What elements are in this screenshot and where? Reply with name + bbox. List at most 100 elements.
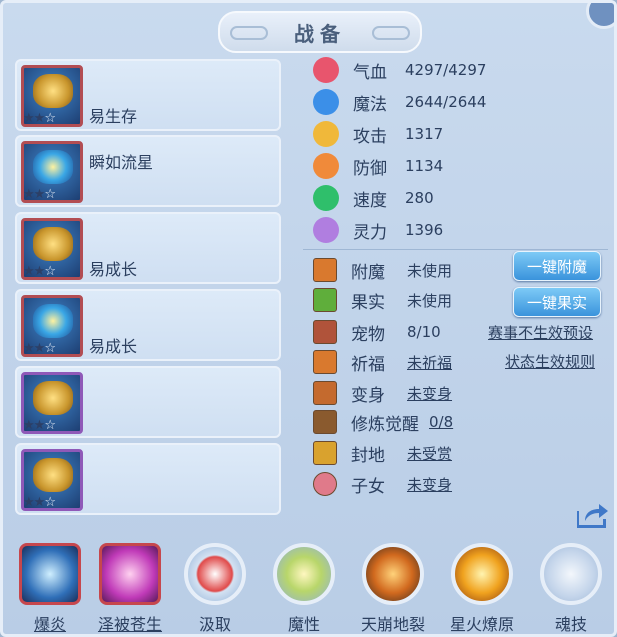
- divider: [303, 249, 608, 250]
- row-pet: 宠物 8/10: [313, 317, 441, 347]
- equipment-slot-4[interactable]: ★★☆ 易成长: [15, 289, 281, 361]
- skill-1[interactable]: 爆炎: [13, 543, 87, 634]
- one-click-fruit-button[interactable]: 一键果实: [513, 287, 601, 317]
- awaken-icon: [313, 410, 337, 434]
- stat-defense: 防御 1134: [313, 151, 443, 181]
- stat-label: 防御: [353, 158, 387, 179]
- preset-link[interactable]: 赛事不生效预设: [488, 322, 593, 343]
- enchant-icon: [313, 258, 337, 282]
- skill-label: 天崩地裂: [360, 615, 425, 634]
- skill-label: 魔性: [287, 615, 320, 634]
- absorb-icon: [184, 543, 246, 605]
- skill-label: 汲取: [198, 615, 231, 634]
- row-pray[interactable]: 祈福 未祈福: [313, 347, 452, 377]
- stat-spirit: 灵力 1396: [313, 215, 443, 245]
- row-label: 祈福: [351, 354, 385, 375]
- defense-icon: [313, 153, 339, 179]
- equipment-name: 易生存: [89, 107, 138, 126]
- skill-label: 魂技: [554, 615, 587, 634]
- equipment-slot-2[interactable]: ★★☆ 瞬如流星: [15, 135, 281, 207]
- row-awaken[interactable]: 修炼觉醒 0/8: [313, 407, 453, 437]
- starfire-icon: [451, 543, 513, 605]
- heart-icon: [313, 57, 339, 83]
- stat-value: 2644/2644: [405, 93, 487, 111]
- burst-flame-icon: [19, 543, 81, 605]
- row-label: 宠物: [351, 324, 385, 345]
- skill-4[interactable]: 魔性: [267, 543, 341, 634]
- stat-attack: 攻击 1317: [313, 119, 443, 149]
- rules-link[interactable]: 状态生效规则: [505, 351, 595, 372]
- row-transform[interactable]: 变身 未变身: [313, 378, 452, 408]
- equipment-slot-3[interactable]: ★★☆ 易成长: [15, 212, 281, 284]
- skill-5[interactable]: 天崩地裂: [356, 543, 430, 634]
- stat-hp: 气血 4297/4297: [313, 55, 486, 85]
- row-fruit: 果实 未使用: [313, 285, 452, 315]
- page-title: 战备: [294, 21, 346, 46]
- stat-mp: 魔法 2644/2644: [313, 87, 486, 117]
- skill-label: 星火燎原: [449, 615, 514, 634]
- equipment-slot-5[interactable]: ★★☆: [15, 366, 281, 438]
- mana-icon: [313, 89, 339, 115]
- skill-6[interactable]: 星火燎原: [445, 543, 519, 634]
- cloud-ornament-left: [230, 26, 268, 40]
- row-enchant: 附魔 未使用: [313, 255, 452, 285]
- spirit-icon: [313, 217, 339, 243]
- row-label: 子女: [351, 476, 385, 497]
- stat-speed: 速度 280: [313, 183, 434, 213]
- stat-label: 魔法: [353, 94, 387, 115]
- one-click-enchant-button[interactable]: 一键附魔: [513, 251, 601, 281]
- blessing-hand-icon: [99, 543, 161, 605]
- row-fief[interactable]: 封地 未受赏: [313, 438, 452, 468]
- demonic-icon: [273, 543, 335, 605]
- stat-label: 攻击: [353, 126, 387, 147]
- equipment-slot-6[interactable]: ★★☆: [15, 443, 281, 515]
- title-bar: 战备: [218, 11, 422, 53]
- pet-icon: [313, 320, 337, 344]
- skill-2[interactable]: 泽被苍生: [93, 543, 167, 634]
- row-value[interactable]: 未变身: [407, 474, 452, 495]
- row-label: 附魔: [351, 262, 385, 283]
- row-label: 修炼觉醒: [351, 414, 419, 435]
- row-child[interactable]: 子女 未变身: [313, 469, 452, 499]
- skill-label: 爆炎: [33, 615, 66, 634]
- attack-icon: [313, 121, 339, 147]
- stat-value: 4297/4297: [405, 61, 487, 79]
- row-value[interactable]: 未变身: [407, 383, 452, 404]
- row-value[interactable]: 未受赏: [407, 443, 452, 464]
- star-rating: ★★☆: [23, 111, 56, 126]
- stat-label: 速度: [353, 190, 387, 211]
- stat-value: 1317: [405, 125, 444, 143]
- star-rating: ★★☆: [23, 495, 56, 510]
- equipment-name: 瞬如流星: [89, 153, 154, 172]
- equipment-name: 易成长: [89, 337, 138, 356]
- row-value: 未使用: [407, 291, 453, 310]
- child-icon: [313, 472, 337, 496]
- close-icon[interactable]: [586, 3, 614, 29]
- battle-prep-panel: 战备 ★★☆ 易生存 ★★☆ 瞬如流星 ★★☆ 易成长 ★★☆ 易成长 ★★☆ …: [0, 0, 617, 637]
- equipment-name: 易成长: [89, 260, 138, 279]
- skill-3[interactable]: 汲取: [178, 543, 252, 634]
- row-value: 8/10: [407, 323, 441, 341]
- row-label: 变身: [351, 385, 385, 406]
- star-rating: ★★☆: [23, 264, 56, 279]
- stat-value: 1134: [405, 157, 444, 175]
- fruit-icon: [313, 288, 337, 312]
- row-label: 果实: [351, 292, 385, 313]
- pray-icon: [313, 350, 337, 374]
- row-label: 封地: [351, 445, 385, 466]
- speed-icon: [313, 185, 339, 211]
- row-value: 未使用: [407, 261, 453, 280]
- row-value[interactable]: 0/8: [429, 413, 453, 431]
- soul-skill-icon: [540, 543, 602, 605]
- skill-7[interactable]: 魂技: [534, 543, 608, 634]
- transform-icon: [313, 381, 337, 405]
- row-value[interactable]: 未祈福: [407, 352, 452, 373]
- stat-label: 气血: [353, 62, 387, 83]
- share-icon[interactable]: [575, 501, 609, 529]
- stat-value: 280: [405, 189, 434, 207]
- stat-label: 灵力: [353, 222, 387, 243]
- stat-value: 1396: [405, 221, 444, 239]
- equipment-slot-1[interactable]: ★★☆ 易生存: [15, 59, 281, 131]
- star-rating: ★★☆: [23, 341, 56, 356]
- cloud-ornament-right: [372, 26, 410, 40]
